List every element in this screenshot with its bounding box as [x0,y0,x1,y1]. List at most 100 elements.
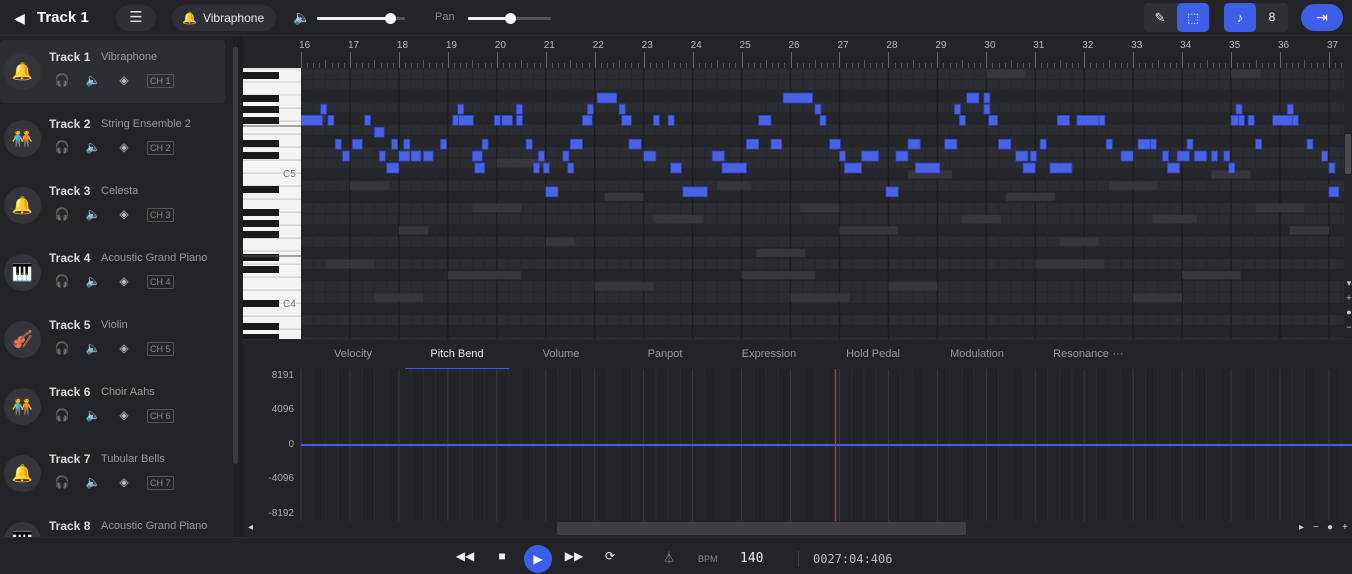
channel-badge[interactable]: CH 6 [147,409,174,423]
layers-icon[interactable]: ◈ [116,73,132,87]
piano-roll[interactable] [243,68,1344,339]
beat-tick [1059,60,1061,68]
pan-slider-knob[interactable] [504,13,516,24]
timeline-ruler[interactable]: 16 17 18 19 20 21 22 23 24 25 26 27 28 29 30 31 32 33 34 35… [243,36,1349,68]
controller-lane[interactable] [243,369,1352,521]
zoom-in-h-icon[interactable]: + [1342,522,1348,533]
channel-badge[interactable]: CH 5 [147,342,174,356]
scroll-left-icon[interactable]: ◂ [248,522,253,533]
more-tabs-button[interactable]: ··· [1098,340,1138,370]
headphones-icon[interactable]: 🎧 [54,274,70,288]
fast-forward-button[interactable]: ▶▶ [564,549,584,563]
tab-volume[interactable]: Volume [509,340,613,370]
zoom-reset-h-icon[interactable]: ● [1327,522,1333,533]
note-length-button[interactable]: ♪ [1224,3,1256,32]
midi-note [1235,103,1243,115]
layers-icon[interactable]: ◈ [116,274,132,288]
track-item[interactable]: 🔔 Track 7 Tubular Bells 🎧 🔈 ◈ CH 7 [0,442,225,505]
channel-badge[interactable]: CH 4 [147,275,174,289]
measure-number: 19 [445,40,457,51]
midi-note [567,162,575,174]
quantize-value[interactable]: 8 [1256,3,1288,32]
rewind-button[interactable]: ◀◀ [455,549,475,563]
track-name: Track 6 [49,385,91,399]
selection-icon: ⬚ [1186,10,1200,25]
loop-button[interactable]: ⟳ [600,549,620,563]
speaker-icon[interactable]: 🔈 [85,341,101,355]
tab-panpot[interactable]: Panpot [613,340,717,370]
stop-button[interactable]: ■ [492,549,512,563]
midi-note [954,103,961,115]
zoom-out-icon[interactable]: − [1345,322,1352,332]
track-list: 🔔 Track 1 Vibraphone 🎧 🔈 ◈ CH 1 🧑‍🤝‍🧑 Track 2 Str… [0,37,233,537]
grid-row [301,325,1344,337]
headphones-icon[interactable]: 🎧 [54,475,70,489]
tab-hold-pedal[interactable]: Hold Pedal [821,340,925,370]
vertical-scrollbar-thumb[interactable] [1345,134,1351,174]
midi-note [944,138,958,150]
headphones-icon[interactable]: 🎧 [54,341,70,355]
midi-note [1167,162,1181,174]
channel-badge[interactable]: CH 3 [147,208,174,222]
bpm-label: BPM [698,554,718,564]
volume-slider-knob[interactable] [385,13,397,24]
channel-badge[interactable]: CH 2 [147,141,174,155]
auto-scroll-button[interactable]: ⇥ [1301,4,1343,31]
play-button[interactable]: ▶ [524,545,552,573]
headphones-icon[interactable]: 🎧 [54,73,70,87]
midi-note [391,138,398,150]
track-item[interactable]: 🎹Track 8Acoustic Grand Piano🎧🔈◈CH 8 [0,509,225,537]
headphones-icon[interactable]: 🎧 [54,140,70,154]
track-instrument: Acoustic Grand Piano [101,252,208,264]
track-item[interactable]: 🎹 Track 4 Acoustic Grand Piano 🎧 🔈 ◈ CH 4 [0,241,225,304]
track-item[interactable]: 🧑‍🤝‍🧑 Track 2 String Ensemble 2 🎧 🔈 ◈ CH 2 [0,107,225,170]
black-key [243,266,279,273]
headphones-icon[interactable]: 🎧 [54,408,70,422]
layers-icon[interactable]: ◈ [116,475,132,489]
measure-number: 18 [396,40,409,51]
layers-icon[interactable]: ◈ [116,408,132,422]
instrument-button[interactable]: 🔔 Vibraphone [172,5,276,31]
pencil-tool-button[interactable]: ✎ [1144,3,1176,32]
back-arrow-icon[interactable]: ◀ [14,9,26,27]
speaker-icon[interactable]: 🔈 [85,140,101,154]
metronome-icon[interactable]: ⏃ [659,549,679,566]
scroll-down-icon[interactable]: ▾ [1345,278,1352,289]
zoom-reset-icon[interactable]: ● [1345,307,1352,317]
midi-note [770,138,783,150]
layers-icon[interactable]: ◈ [116,140,132,154]
zoom-out-h-icon[interactable]: − [1313,522,1319,533]
tab-expression[interactable]: Expression [717,340,821,370]
tab-velocity[interactable]: Velocity [301,340,405,370]
track-list-button[interactable]: ☰ [116,5,156,31]
selection-tool-button[interactable]: ⬚ [1177,3,1209,32]
track-list-scrollbar[interactable] [233,47,238,464]
layers-icon[interactable]: ◈ [116,207,132,221]
grid-row [301,224,1344,236]
track-item[interactable]: 🎻 Track 5 Violin 🎧 🔈 ◈ CH 5 [0,308,225,371]
speaker-icon[interactable]: 🔈 [85,408,101,422]
channel-badge[interactable]: CH 1 [147,74,174,88]
horizontal-scrollbar-thumb[interactable] [557,522,966,535]
volume-slider[interactable] [317,13,405,24]
track-item[interactable]: 🔔 Track 1 Vibraphone 🎧 🔈 ◈ CH 1 [0,40,225,103]
speaker-icon[interactable]: 🔈 [85,475,101,489]
pan-slider[interactable] [468,13,551,24]
channel-badge[interactable]: CH 7 [147,476,174,490]
top-toolbar: ◀ Track 1 ☰ 🔔 Vibraphone 🔈 Pan ✎ ⬚ ♪ 8 ⇥ [0,0,1352,36]
speaker-icon[interactable]: 🔈 [85,274,101,288]
bpm-value[interactable]: 140 [740,551,763,566]
speaker-icon[interactable]: 🔈 [85,73,101,87]
track-item[interactable]: 🔔 Track 3 Celesta 🎧 🔈 ◈ CH 3 [0,174,225,237]
tab-modulation[interactable]: Modulation [925,340,1029,370]
tab-pitch-bend[interactable]: Pitch Bend [405,340,509,370]
layers-icon[interactable]: ◈ [116,341,132,355]
speaker-icon[interactable]: 🔈 [85,207,101,221]
beat-tick [912,60,914,68]
headphones-icon[interactable]: 🎧 [54,207,70,221]
measure-tick [1182,52,1184,68]
measure-tick [1133,52,1135,68]
scroll-right-icon[interactable]: ▸ [1299,522,1304,533]
track-item[interactable]: 🧑‍🤝‍🧑 Track 6 Choir Aahs 🎧 🔈 ◈ CH 6 [0,375,225,438]
zoom-in-icon[interactable]: + [1345,293,1352,303]
